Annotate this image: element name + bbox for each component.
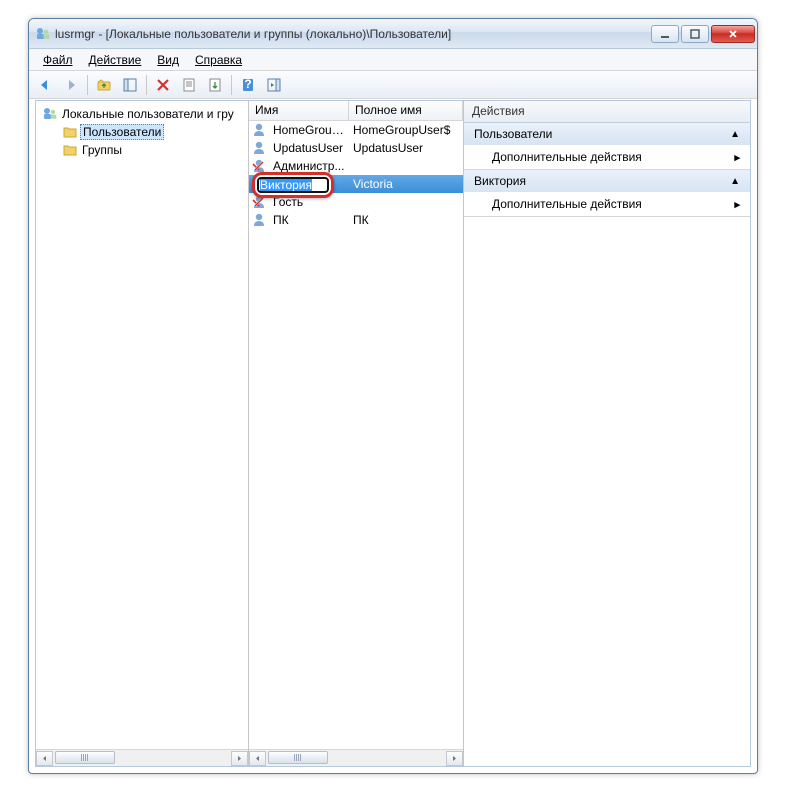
user-icon [251, 212, 267, 228]
user-icon [251, 122, 267, 138]
title-bar[interactable]: lusrmgr - [Локальные пользователи и груп… [29, 19, 757, 49]
menu-file[interactable]: Файл [35, 51, 81, 69]
scroll-right-button[interactable] [446, 751, 463, 766]
tree-pane: Локальные пользователи и гру Пользовател… [36, 101, 248, 766]
tree-root-label: Локальные пользователи и гру [60, 107, 236, 121]
folder-icon [62, 142, 78, 158]
rename-input[interactable] [257, 177, 329, 193]
tree-item-label: Пользователи [80, 124, 164, 140]
actions-item-more-selected[interactable]: Дополнительные действия ▸ [464, 192, 750, 216]
list-body[interactable]: HomeGroup...HomeGroupUser$UpdatusUserUpd… [249, 121, 463, 766]
actions-pane: Действия Пользователи ▲ Дополнительные д… [463, 101, 750, 766]
app-window: lusrmgr - [Локальные пользователи и груп… [28, 18, 758, 774]
tree-view[interactable]: Локальные пользователи и гру Пользовател… [36, 101, 248, 766]
column-fullname[interactable]: Полное имя [349, 101, 463, 120]
tree-item-users[interactable]: Пользователи [38, 123, 246, 141]
horizontal-scrollbar[interactable] [36, 749, 248, 766]
properties-button[interactable] [177, 73, 201, 97]
menu-help[interactable]: Справка [187, 51, 250, 69]
collapse-icon: ▲ [730, 176, 740, 187]
rename-annotation [252, 172, 334, 198]
forward-button[interactable] [59, 73, 83, 97]
toolbar: ? [29, 71, 757, 99]
actions-section-title-users[interactable]: Пользователи ▲ [464, 123, 750, 145]
window-title: lusrmgr - [Локальные пользователи и груп… [55, 27, 651, 41]
scroll-thumb[interactable] [268, 751, 328, 764]
actions-section-selected: Виктория ▲ Дополнительные действия ▸ [464, 170, 750, 217]
horizontal-scrollbar[interactable] [249, 749, 463, 766]
actions-section-users: Пользователи ▲ Дополнительные действия ▸ [464, 123, 750, 170]
scroll-thumb[interactable] [55, 751, 115, 764]
svg-text:?: ? [244, 77, 251, 91]
scroll-track[interactable] [266, 751, 446, 766]
export-list-button[interactable] [203, 73, 227, 97]
arrow-right-icon: ▸ [734, 198, 740, 211]
help-button[interactable]: ? [236, 73, 260, 97]
actions-section-label: Пользователи [474, 127, 552, 141]
actions-item-label: Дополнительные действия [492, 197, 642, 211]
cell-name: UpdatusUser [269, 141, 349, 155]
cell-fullname: Victoria [349, 177, 463, 191]
scroll-track[interactable] [53, 751, 231, 766]
actions-section-title-selected[interactable]: Виктория ▲ [464, 170, 750, 192]
actions-header: Действия [464, 101, 750, 123]
up-folder-button[interactable] [92, 73, 116, 97]
toolbar-separator [87, 75, 88, 95]
app-icon [35, 26, 51, 42]
users-groups-icon [42, 106, 58, 122]
arrow-right-icon: ▸ [734, 151, 740, 164]
menu-bar: Файл Действие Вид Справка [29, 49, 757, 71]
toolbar-separator [231, 75, 232, 95]
list-header: Имя Полное имя [249, 101, 463, 121]
toolbar-separator [146, 75, 147, 95]
folder-icon [62, 124, 78, 140]
cell-name: HomeGroup... [269, 123, 349, 137]
cell-fullname: HomeGroupUser$ [349, 123, 463, 137]
cell-fullname: UpdatusUser [349, 141, 463, 155]
close-button[interactable] [711, 25, 755, 43]
actions-item-label: Дополнительные действия [492, 150, 642, 164]
scroll-left-button[interactable] [36, 751, 53, 766]
collapse-icon: ▲ [730, 129, 740, 140]
delete-button[interactable] [151, 73, 175, 97]
show-hide-actions-button[interactable] [262, 73, 286, 97]
menu-action[interactable]: Действие [81, 51, 150, 69]
minimize-button[interactable] [651, 25, 679, 43]
content-area: Локальные пользователи и гру Пользовател… [35, 100, 751, 767]
show-hide-tree-button[interactable] [118, 73, 142, 97]
cell-name: ПК [269, 213, 349, 227]
user-icon [251, 140, 267, 156]
tree-item-label: Группы [80, 143, 124, 157]
actions-item-more-users[interactable]: Дополнительные действия ▸ [464, 145, 750, 169]
scroll-right-button[interactable] [231, 751, 248, 766]
list-row[interactable]: HomeGroup...HomeGroupUser$ [249, 121, 463, 139]
tree-root[interactable]: Локальные пользователи и гру [38, 105, 246, 123]
list-pane: Имя Полное имя HomeGroup...HomeGroupUser… [248, 101, 463, 766]
window-buttons [651, 25, 755, 43]
cell-name: Администр... [269, 159, 349, 173]
menu-view[interactable]: Вид [149, 51, 187, 69]
actions-section-label: Виктория [474, 174, 526, 188]
tree-item-groups[interactable]: Группы [38, 141, 246, 159]
list-row[interactable]: ПКПК [249, 211, 463, 229]
list-row[interactable]: UpdatusUserUpdatusUser [249, 139, 463, 157]
cell-fullname: ПК [349, 213, 463, 227]
back-button[interactable] [33, 73, 57, 97]
maximize-button[interactable] [681, 25, 709, 43]
column-name[interactable]: Имя [249, 101, 349, 120]
scroll-left-button[interactable] [249, 751, 266, 766]
